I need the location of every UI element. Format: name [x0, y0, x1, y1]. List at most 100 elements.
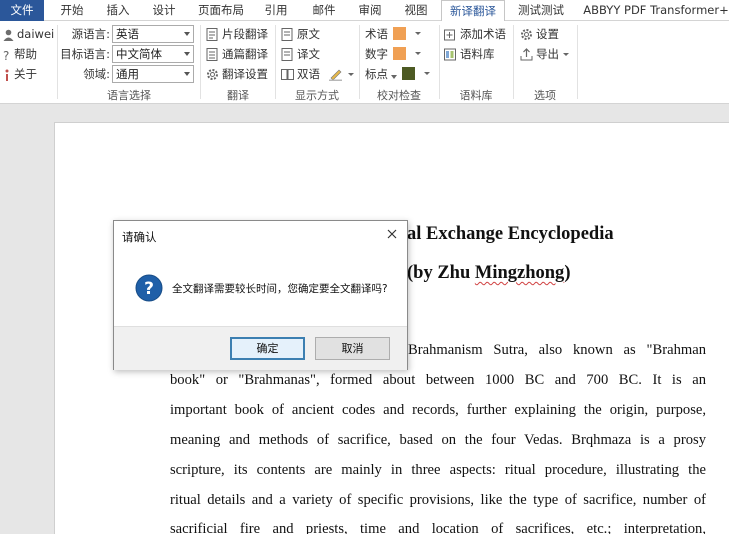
about-button[interactable]: 关于	[3, 66, 37, 82]
tab-references[interactable]: 引用	[256, 0, 296, 21]
chevron-down-icon	[184, 72, 190, 76]
dialog-title: 请确认	[122, 230, 157, 244]
svg-text:?: ?	[3, 49, 9, 61]
export-icon	[520, 48, 533, 61]
tab-test[interactable]: 测试测试	[512, 0, 570, 21]
segment-translate-button[interactable]: 片段翻译	[206, 26, 268, 42]
paragraph-line: scripture, its contents are mainly in th…	[170, 462, 706, 478]
domain-select[interactable]: 通用	[112, 65, 194, 83]
bilingual-icon	[281, 69, 294, 80]
group-label-language: 语言选择	[107, 89, 151, 102]
chevron-down-icon	[184, 32, 190, 36]
chevron-down-icon[interactable]	[415, 32, 421, 35]
show-original-button[interactable]: 原文	[281, 26, 320, 42]
paragraph-line: sacrificial fire and priests, time and l…	[170, 521, 706, 534]
show-translation-button[interactable]: 译文	[281, 46, 320, 62]
chevron-down-icon[interactable]	[424, 72, 430, 75]
ribbon-panel: daiwei ? 帮助 关于 源语言: 英语 目标语言: 中文简体 领域: 通用 …	[0, 21, 729, 104]
number-check-label: 数字	[365, 47, 388, 61]
svg-text:?: ?	[144, 279, 154, 299]
chevron-down-icon[interactable]	[348, 73, 354, 76]
add-term-icon	[444, 29, 455, 41]
pen-color-button[interactable]	[328, 66, 347, 82]
show-original-label: 原文	[297, 27, 320, 41]
document-icon	[281, 48, 293, 61]
domain-value: 通用	[116, 67, 139, 81]
target-language-label: 目标语言:	[60, 47, 110, 61]
info-icon	[5, 69, 9, 81]
dialog-footer: 确定 取消	[114, 326, 407, 370]
help-label: 帮助	[14, 47, 37, 61]
paragraph-line: Brahmanism Sutra, also known as "Brahman	[408, 342, 706, 358]
tab-home[interactable]: 开始	[52, 0, 92, 21]
show-bilingual-label: 双语	[297, 67, 320, 81]
corpus-library-button[interactable]: 语料库	[444, 46, 495, 62]
punct-check-label: 标点	[365, 67, 388, 81]
document-icon	[206, 48, 218, 61]
translate-settings-label: 翻译设置	[222, 67, 268, 81]
punct-color-swatch[interactable]	[402, 67, 415, 80]
export-label: 导出	[536, 47, 559, 61]
term-color-swatch[interactable]	[393, 27, 406, 40]
translate-settings-button[interactable]: 翻译设置	[206, 66, 268, 82]
tab-design[interactable]: 设计	[144, 0, 184, 21]
document-icon	[206, 28, 218, 41]
group-label-proofread: 校对检查	[377, 89, 421, 102]
tab-insert[interactable]: 插入	[98, 0, 138, 21]
tab-mailings[interactable]: 邮件	[304, 0, 344, 21]
source-language-select[interactable]: 英语	[112, 25, 194, 43]
tab-page-layout[interactable]: 页面布局	[192, 0, 250, 21]
document-title-line1: al Exchange Encyclopedia	[407, 224, 614, 244]
source-language-value: 英语	[116, 27, 139, 41]
user-item[interactable]: daiwei	[3, 26, 54, 42]
group-divider	[57, 25, 58, 99]
tab-xinyi-translate[interactable]: 新译翻译	[441, 0, 505, 22]
group-divider	[577, 25, 578, 99]
chevron-down-icon[interactable]	[563, 53, 569, 56]
pen-icon	[329, 69, 342, 81]
help-button[interactable]: ? 帮助	[3, 46, 37, 63]
group-divider	[200, 25, 201, 99]
domain-label: 领域:	[83, 67, 110, 81]
export-button[interactable]: 导出	[520, 46, 559, 62]
close-icon[interactable]	[385, 227, 399, 241]
source-language-label: 源语言:	[71, 27, 110, 41]
tab-abbyy[interactable]: ABBYY PDF Transformer+	[583, 0, 729, 21]
group-label-translate: 翻译	[227, 89, 249, 102]
group-label-display: 显示方式	[295, 89, 339, 102]
confirm-dialog: 请确认 ? 全文翻译需要较长时间，您确定要全文翻译吗? 确定 取消	[113, 220, 408, 370]
user-name: daiwei	[17, 27, 55, 41]
full-translate-label: 通篇翻译	[222, 47, 268, 61]
segment-translate-label: 片段翻译	[222, 27, 268, 41]
tab-review[interactable]: 审阅	[350, 0, 390, 21]
ok-button[interactable]: 确定	[230, 337, 305, 360]
target-language-select[interactable]: 中文简体	[112, 45, 194, 63]
target-language-value: 中文简体	[116, 47, 162, 61]
number-color-swatch[interactable]	[393, 47, 406, 60]
document-icon	[281, 28, 293, 41]
options-settings-button[interactable]: 设置	[520, 26, 559, 42]
dropdown-arrow[interactable]	[391, 66, 400, 82]
add-term-label: 添加术语	[460, 27, 506, 41]
tab-view[interactable]: 视图	[396, 0, 436, 21]
chevron-down-icon	[391, 75, 397, 79]
show-bilingual-button[interactable]: 双语	[281, 66, 320, 82]
add-term-button[interactable]: 添加术语	[444, 26, 506, 42]
group-label-corpus: 语料库	[459, 89, 493, 102]
cancel-button[interactable]: 取消	[315, 337, 390, 360]
title-prefix: (by Zhu	[407, 263, 475, 283]
title-suffix: )	[564, 263, 571, 283]
document-title-line2: (by Zhu Mingzhong)	[407, 263, 570, 284]
chevron-down-icon[interactable]	[415, 52, 421, 55]
full-translate-button[interactable]: 通篇翻译	[206, 46, 268, 62]
options-settings-label: 设置	[536, 27, 559, 41]
tab-file[interactable]: 文件	[0, 0, 44, 21]
term-check-label: 术语	[365, 27, 388, 41]
paragraph-line: important book of ancient codes and reco…	[170, 402, 706, 418]
user-icon	[3, 29, 14, 41]
paragraph-line: book" or "Brahmanas", formed about betwe…	[170, 372, 706, 388]
title-name: Mingzhong	[474, 263, 565, 283]
gear-icon	[521, 29, 532, 40]
paragraph-line: meaning and methods of sacrifice, based …	[170, 432, 706, 448]
library-icon	[444, 48, 456, 61]
